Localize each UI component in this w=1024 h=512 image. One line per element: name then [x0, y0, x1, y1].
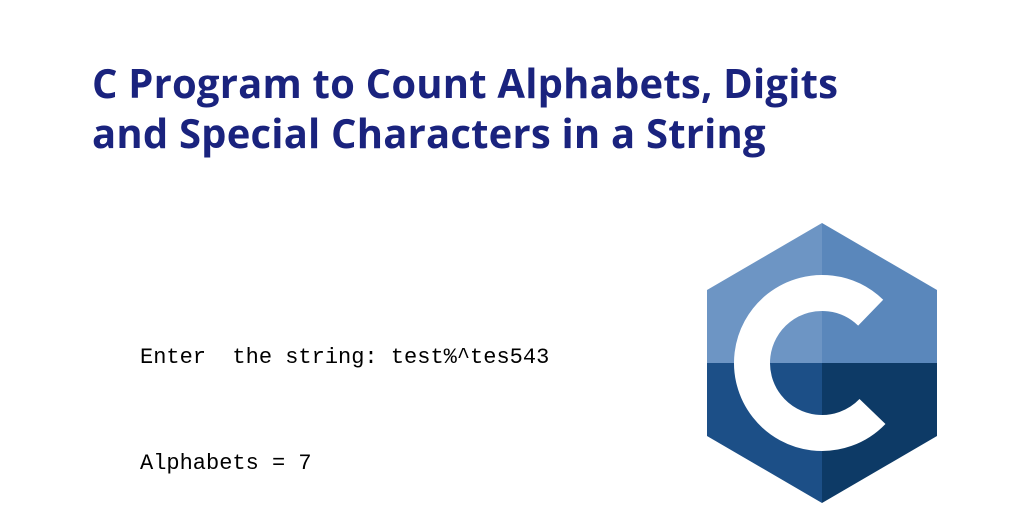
console-line: Alphabets = 7 — [140, 446, 549, 481]
console-line: Enter the string: test%^tes543 — [140, 340, 549, 375]
c-language-logo-icon — [692, 218, 952, 508]
page-title: C Program to Count Alphabets, Digits and… — [92, 58, 912, 158]
page-root: C Program to Count Alphabets, Digits and… — [0, 0, 1024, 512]
console-output: Enter the string: test%^tes543 Alphabets… — [140, 270, 549, 512]
